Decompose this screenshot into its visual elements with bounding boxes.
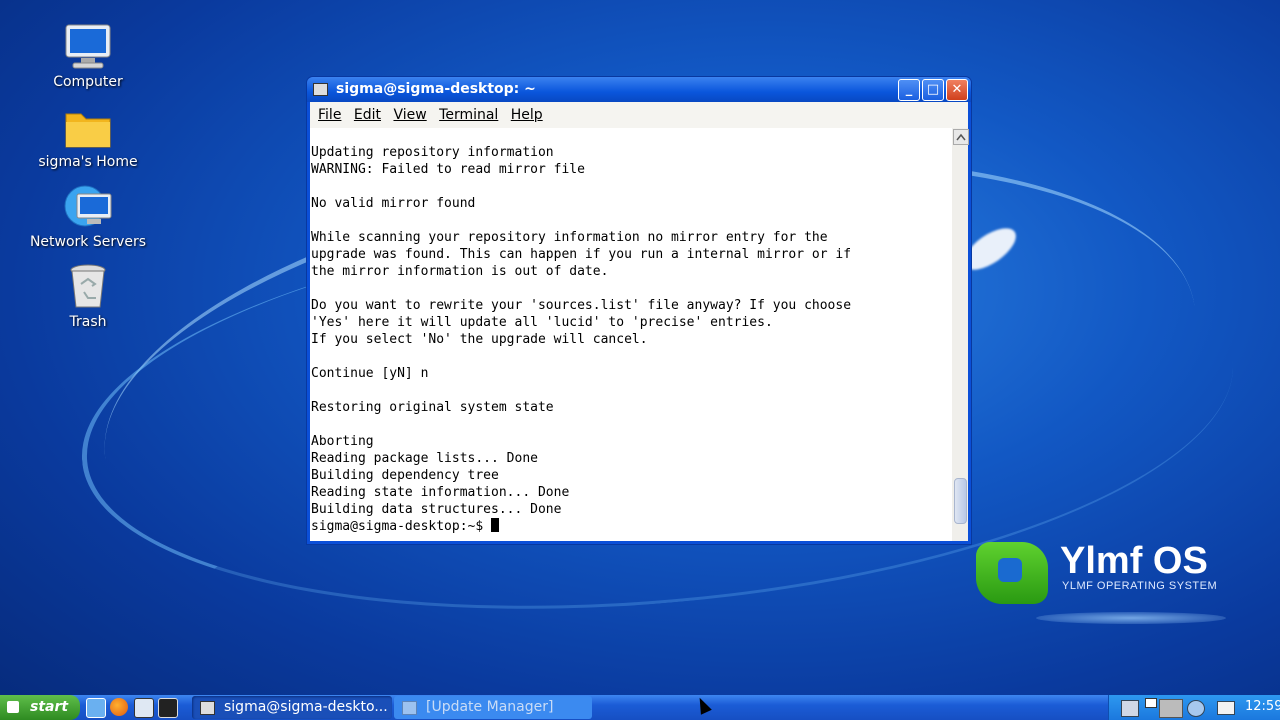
task-label: sigma@sigma-deskto... [224,699,388,715]
network-tray-icon[interactable] [1121,700,1139,717]
computer-icon [63,22,113,72]
menu-help[interactable]: Help [511,107,543,123]
update-tray-icon[interactable] [1187,700,1205,717]
menu-view[interactable]: View [393,107,426,123]
terminal-icon [313,83,328,96]
folder-icon [63,102,113,152]
mail-icon[interactable] [1217,701,1235,715]
start-icon [7,701,19,713]
desktop-icon-home[interactable]: sigma's Home [18,102,158,170]
desktop-icon-label: Trash [69,314,107,330]
desktop-icon-label: sigma's Home [38,154,138,170]
system-tray: 12:59 [1108,695,1280,720]
terminal-text: Updating repository information WARNING:… [311,145,852,517]
menu-bar: File Edit View Terminal Help [310,102,968,128]
terminal-launcher-icon[interactable] [158,698,178,718]
text-cursor [491,518,500,532]
menu-terminal[interactable]: Terminal [439,107,498,123]
close-button[interactable]: ✕ [946,79,968,101]
ylmf-logo-mark [976,542,1048,604]
desktop-icon-network-servers[interactable]: Network Servers [18,182,158,250]
logo-subtitle: YLMF OPERATING SYSTEM [1062,580,1218,592]
clock[interactable]: 12:59 [1245,699,1280,714]
task-label: [Update Manager] [426,699,554,715]
window-titlebar[interactable]: sigma@sigma-desktop: ~ _ □ ✕ [307,77,971,102]
firefox-icon[interactable] [110,698,128,716]
browser-launcher-icon[interactable] [86,698,106,718]
start-button[interactable]: start [0,695,80,720]
ylmf-logo: Ylmf OS YLMF OPERATING SYSTEM [976,540,1236,630]
desktop-icon-trash[interactable]: Trash [18,262,158,330]
task-update-manager[interactable]: [Update Manager] [394,696,592,719]
scroll-up-button[interactable] [953,129,969,145]
workspace-switcher-icon[interactable] [1159,699,1183,718]
trash-icon [63,262,113,312]
vertical-scrollbar[interactable] [952,128,969,541]
logo-reflection [1036,612,1226,624]
desktop-icon-label: Computer [53,74,123,90]
window-title: sigma@sigma-desktop: ~ [336,81,536,97]
terminal-icon [200,701,215,715]
menu-edit[interactable]: Edit [354,107,381,123]
logo-title: Ylmf OS [1060,540,1208,582]
desktop-icon-label: Network Servers [29,234,147,250]
window-list-icon[interactable] [1145,698,1157,708]
terminal-window[interactable]: sigma@sigma-desktop: ~ _ □ ✕ File Edit V… [307,77,971,544]
menu-file[interactable]: File [318,107,341,123]
minimize-button[interactable]: _ [898,79,920,101]
desktop-icon-computer[interactable]: Computer [18,22,158,90]
task-terminal[interactable]: sigma@sigma-deskto... [192,696,392,719]
terminal-output[interactable]: Updating repository information WARNING:… [311,144,951,535]
update-manager-icon [402,701,417,715]
start-label: start [30,699,69,715]
network-icon [63,182,113,232]
scrollbar-thumb[interactable] [954,478,967,524]
maximize-button[interactable]: □ [922,79,944,101]
show-desktop-icon[interactable] [134,698,154,718]
terminal-area[interactable]: Updating repository information WARNING:… [310,128,969,541]
taskbar: start sigma@sigma-deskto... [Update Mana… [0,695,1280,720]
terminal-prompt: sigma@sigma-desktop:~$ [311,519,492,534]
